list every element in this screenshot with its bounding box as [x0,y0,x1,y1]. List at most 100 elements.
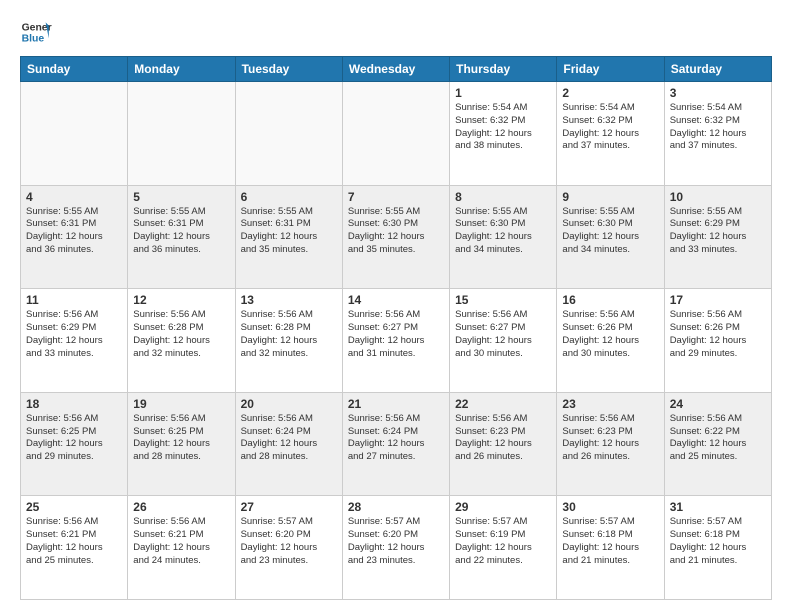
calendar-cell: 13 Sunrise: 5:56 AM Sunset: 6:28 PM Dayli… [235,289,342,393]
day-info: Sunrise: 5:56 AM Sunset: 6:22 PM Dayligh… [670,413,766,464]
calendar-cell: 23Sunrise: 5:56 AM Sunset: 6:23 PM Dayli… [557,392,664,496]
calendar-cell [235,82,342,186]
day-info: Sunrise: 5:56 AM Sunset: 6:27 PM Dayligh… [348,309,444,360]
calendar-week-5: 25 Sunrise: 5:56 AM Sunset: 6:21 PM Dayli… [21,496,772,600]
calendar-header-row: SundayMondayTuesdayWednesdayThursdayFrid… [21,57,772,82]
calendar-cell: 20 Sunrise: 5:56 AM Sunset: 6:24 PM Dayli… [235,392,342,496]
day-info: Sunrise: 5:55 AM Sunset: 6:30 PM Dayligh… [348,206,444,257]
day-number: 1 [455,86,551,100]
weekday-header-friday: Friday [557,57,664,82]
day-number: 25 [26,500,122,514]
calendar-cell: 25 Sunrise: 5:56 AM Sunset: 6:21 PM Dayli… [21,496,128,600]
day-info: Sunrise: 5:57 AM Sunset: 6:19 PM Dayligh… [455,516,551,567]
calendar-cell: 27 Sunrise: 5:57 AM Sunset: 6:20 PM Dayli… [235,496,342,600]
calendar-cell: 6 Sunrise: 5:55 AM Sunset: 6:31 PM Daylig… [235,185,342,289]
day-number: 6 [241,190,337,204]
calendar-cell: 7 Sunrise: 5:55 AM Sunset: 6:30 PM Daylig… [342,185,449,289]
day-info: Sunrise: 5:56 AM Sunset: 6:28 PM Dayligh… [133,309,229,360]
calendar-cell: 19 Sunrise: 5:56 AM Sunset: 6:25 PM Dayli… [128,392,235,496]
calendar-cell [342,82,449,186]
calendar-cell: 4 Sunrise: 5:55 AM Sunset: 6:31 PM Daylig… [21,185,128,289]
day-number: 4 [26,190,122,204]
calendar-cell: 28Sunrise: 5:57 AM Sunset: 6:20 PM Dayli… [342,496,449,600]
day-info: Sunrise: 5:56 AM Sunset: 6:28 PM Dayligh… [241,309,337,360]
day-info: Sunrise: 5:56 AM Sunset: 6:21 PM Dayligh… [133,516,229,567]
calendar-week-2: 4 Sunrise: 5:55 AM Sunset: 6:31 PM Daylig… [21,185,772,289]
day-info: Sunrise: 5:56 AM Sunset: 6:26 PM Dayligh… [670,309,766,360]
calendar-cell: 8Sunrise: 5:55 AM Sunset: 6:30 PM Daylig… [450,185,557,289]
calendar-cell: 2Sunrise: 5:54 AM Sunset: 6:32 PM Daylig… [557,82,664,186]
logo: General Blue [20,16,52,48]
day-number: 3 [670,86,766,100]
calendar-cell: 30Sunrise: 5:57 AM Sunset: 6:18 PM Dayli… [557,496,664,600]
weekday-header-wednesday: Wednesday [342,57,449,82]
day-number: 19 [133,397,229,411]
calendar-cell: 3 Sunrise: 5:54 AM Sunset: 6:32 PM Daylig… [664,82,771,186]
calendar-cell: 10 Sunrise: 5:55 AM Sunset: 6:29 PM Dayli… [664,185,771,289]
day-number: 11 [26,293,122,307]
day-number: 9 [562,190,658,204]
calendar-cell: 1Sunrise: 5:54 AM Sunset: 6:32 PM Daylig… [450,82,557,186]
weekday-header-tuesday: Tuesday [235,57,342,82]
day-number: 7 [348,190,444,204]
calendar-cell [128,82,235,186]
calendar-cell: 12Sunrise: 5:56 AM Sunset: 6:28 PM Dayli… [128,289,235,393]
day-info: Sunrise: 5:57 AM Sunset: 6:18 PM Dayligh… [562,516,658,567]
weekday-header-saturday: Saturday [664,57,771,82]
day-number: 10 [670,190,766,204]
calendar-cell: 11 Sunrise: 5:56 AM Sunset: 6:29 PM Dayli… [21,289,128,393]
calendar-cell: 9 Sunrise: 5:55 AM Sunset: 6:30 PM Daylig… [557,185,664,289]
calendar-cell: 5 Sunrise: 5:55 AM Sunset: 6:31 PM Daylig… [128,185,235,289]
day-number: 8 [455,190,551,204]
day-number: 5 [133,190,229,204]
day-info: Sunrise: 5:55 AM Sunset: 6:31 PM Dayligh… [26,206,122,257]
calendar-cell: 29 Sunrise: 5:57 AM Sunset: 6:19 PM Dayli… [450,496,557,600]
day-info: Sunrise: 5:55 AM Sunset: 6:31 PM Dayligh… [241,206,337,257]
calendar-week-3: 11 Sunrise: 5:56 AM Sunset: 6:29 PM Dayli… [21,289,772,393]
day-number: 20 [241,397,337,411]
day-number: 17 [670,293,766,307]
day-number: 16 [562,293,658,307]
day-number: 24 [670,397,766,411]
weekday-header-thursday: Thursday [450,57,557,82]
day-info: Sunrise: 5:56 AM Sunset: 6:24 PM Dayligh… [348,413,444,464]
day-info: Sunrise: 5:57 AM Sunset: 6:20 PM Dayligh… [348,516,444,567]
day-info: Sunrise: 5:57 AM Sunset: 6:18 PM Dayligh… [670,516,766,567]
day-info: Sunrise: 5:56 AM Sunset: 6:21 PM Dayligh… [26,516,122,567]
calendar-cell: 17 Sunrise: 5:56 AM Sunset: 6:26 PM Dayli… [664,289,771,393]
day-number: 22 [455,397,551,411]
day-info: Sunrise: 5:56 AM Sunset: 6:25 PM Dayligh… [26,413,122,464]
calendar-cell: 15 Sunrise: 5:56 AM Sunset: 6:27 PM Dayli… [450,289,557,393]
day-number: 27 [241,500,337,514]
day-info: Sunrise: 5:55 AM Sunset: 6:29 PM Dayligh… [670,206,766,257]
day-info: Sunrise: 5:56 AM Sunset: 6:29 PM Dayligh… [26,309,122,360]
day-info: Sunrise: 5:56 AM Sunset: 6:25 PM Dayligh… [133,413,229,464]
day-info: Sunrise: 5:56 AM Sunset: 6:24 PM Dayligh… [241,413,337,464]
logo-icon: General Blue [20,16,52,48]
day-number: 18 [26,397,122,411]
calendar-cell: 16 Sunrise: 5:56 AM Sunset: 6:26 PM Dayli… [557,289,664,393]
day-number: 29 [455,500,551,514]
calendar-cell [21,82,128,186]
weekday-header-monday: Monday [128,57,235,82]
day-info: Sunrise: 5:57 AM Sunset: 6:20 PM Dayligh… [241,516,337,567]
day-info: Sunrise: 5:56 AM Sunset: 6:23 PM Dayligh… [562,413,658,464]
day-info: Sunrise: 5:56 AM Sunset: 6:27 PM Dayligh… [455,309,551,360]
day-info: Sunrise: 5:55 AM Sunset: 6:30 PM Dayligh… [562,206,658,257]
day-number: 2 [562,86,658,100]
page-header: General Blue [20,16,772,48]
day-info: Sunrise: 5:54 AM Sunset: 6:32 PM Dayligh… [670,102,766,153]
day-number: 15 [455,293,551,307]
calendar-week-1: 1 Sunrise: 5:54 AM Sunset: 6:32 PM Daylig… [21,82,772,186]
svg-text:Blue: Blue [22,34,45,45]
calendar-cell: 24 Sunrise: 5:56 AM Sunset: 6:22 PM Dayli… [664,392,771,496]
day-number: 13 [241,293,337,307]
calendar-cell: 14Sunrise: 5:56 AM Sunset: 6:27 PM Dayli… [342,289,449,393]
day-info: Sunrise: 5:56 AM Sunset: 6:26 PM Dayligh… [562,309,658,360]
calendar-cell: 26Sunrise: 5:56 AM Sunset: 6:21 PM Dayli… [128,496,235,600]
day-number: 21 [348,397,444,411]
calendar-cell: 18 Sunrise: 5:56 AM Sunset: 6:25 PM Dayli… [21,392,128,496]
calendar-cell: 21 Sunrise: 5:56 AM Sunset: 6:24 PM Dayli… [342,392,449,496]
calendar-week-4: 18 Sunrise: 5:56 AM Sunset: 6:25 PM Dayli… [21,392,772,496]
day-info: Sunrise: 5:55 AM Sunset: 6:31 PM Dayligh… [133,206,229,257]
